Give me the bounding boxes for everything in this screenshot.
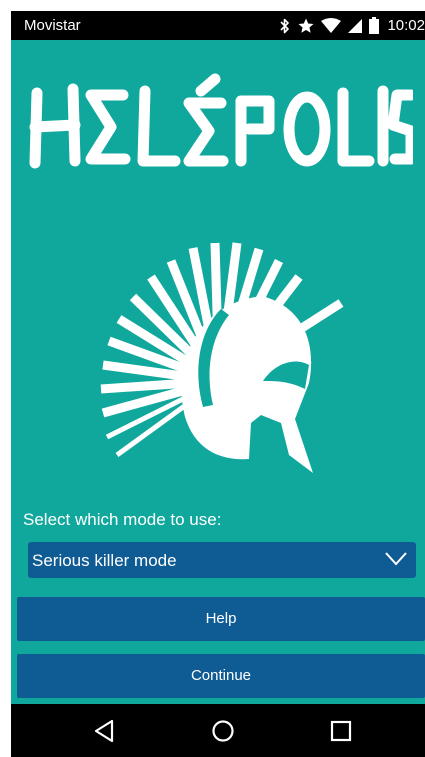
app-screen: Movistar 10:02 Select which mode to use:… [11,11,425,757]
help-button[interactable]: Help [17,597,425,641]
chevron-down-icon [385,552,407,566]
recents-icon[interactable] [326,716,356,746]
battery-icon [369,17,380,34]
status-bar: Movistar 10:02 [11,11,425,40]
bluetooth-icon [280,18,290,33]
spartan-helmet-icon [100,242,344,473]
back-icon[interactable] [90,716,120,746]
status-icons: 10:02 [279,11,425,40]
navigation-bar [11,704,425,757]
helepolis-logo [29,73,413,169]
clock: 10:02 [387,17,425,34]
carrier-name: Movistar [24,17,81,34]
continue-button[interactable]: Continue [17,654,425,698]
mode-label: Select which mode to use: [23,510,222,529]
home-icon[interactable] [208,716,238,746]
signal-icon [348,18,363,33]
star-icon [298,18,314,33]
wifi-icon [321,17,342,33]
mode-dropdown[interactable]: Serious killer mode [28,542,416,578]
mode-dropdown-value: Serious killer mode [32,551,177,570]
